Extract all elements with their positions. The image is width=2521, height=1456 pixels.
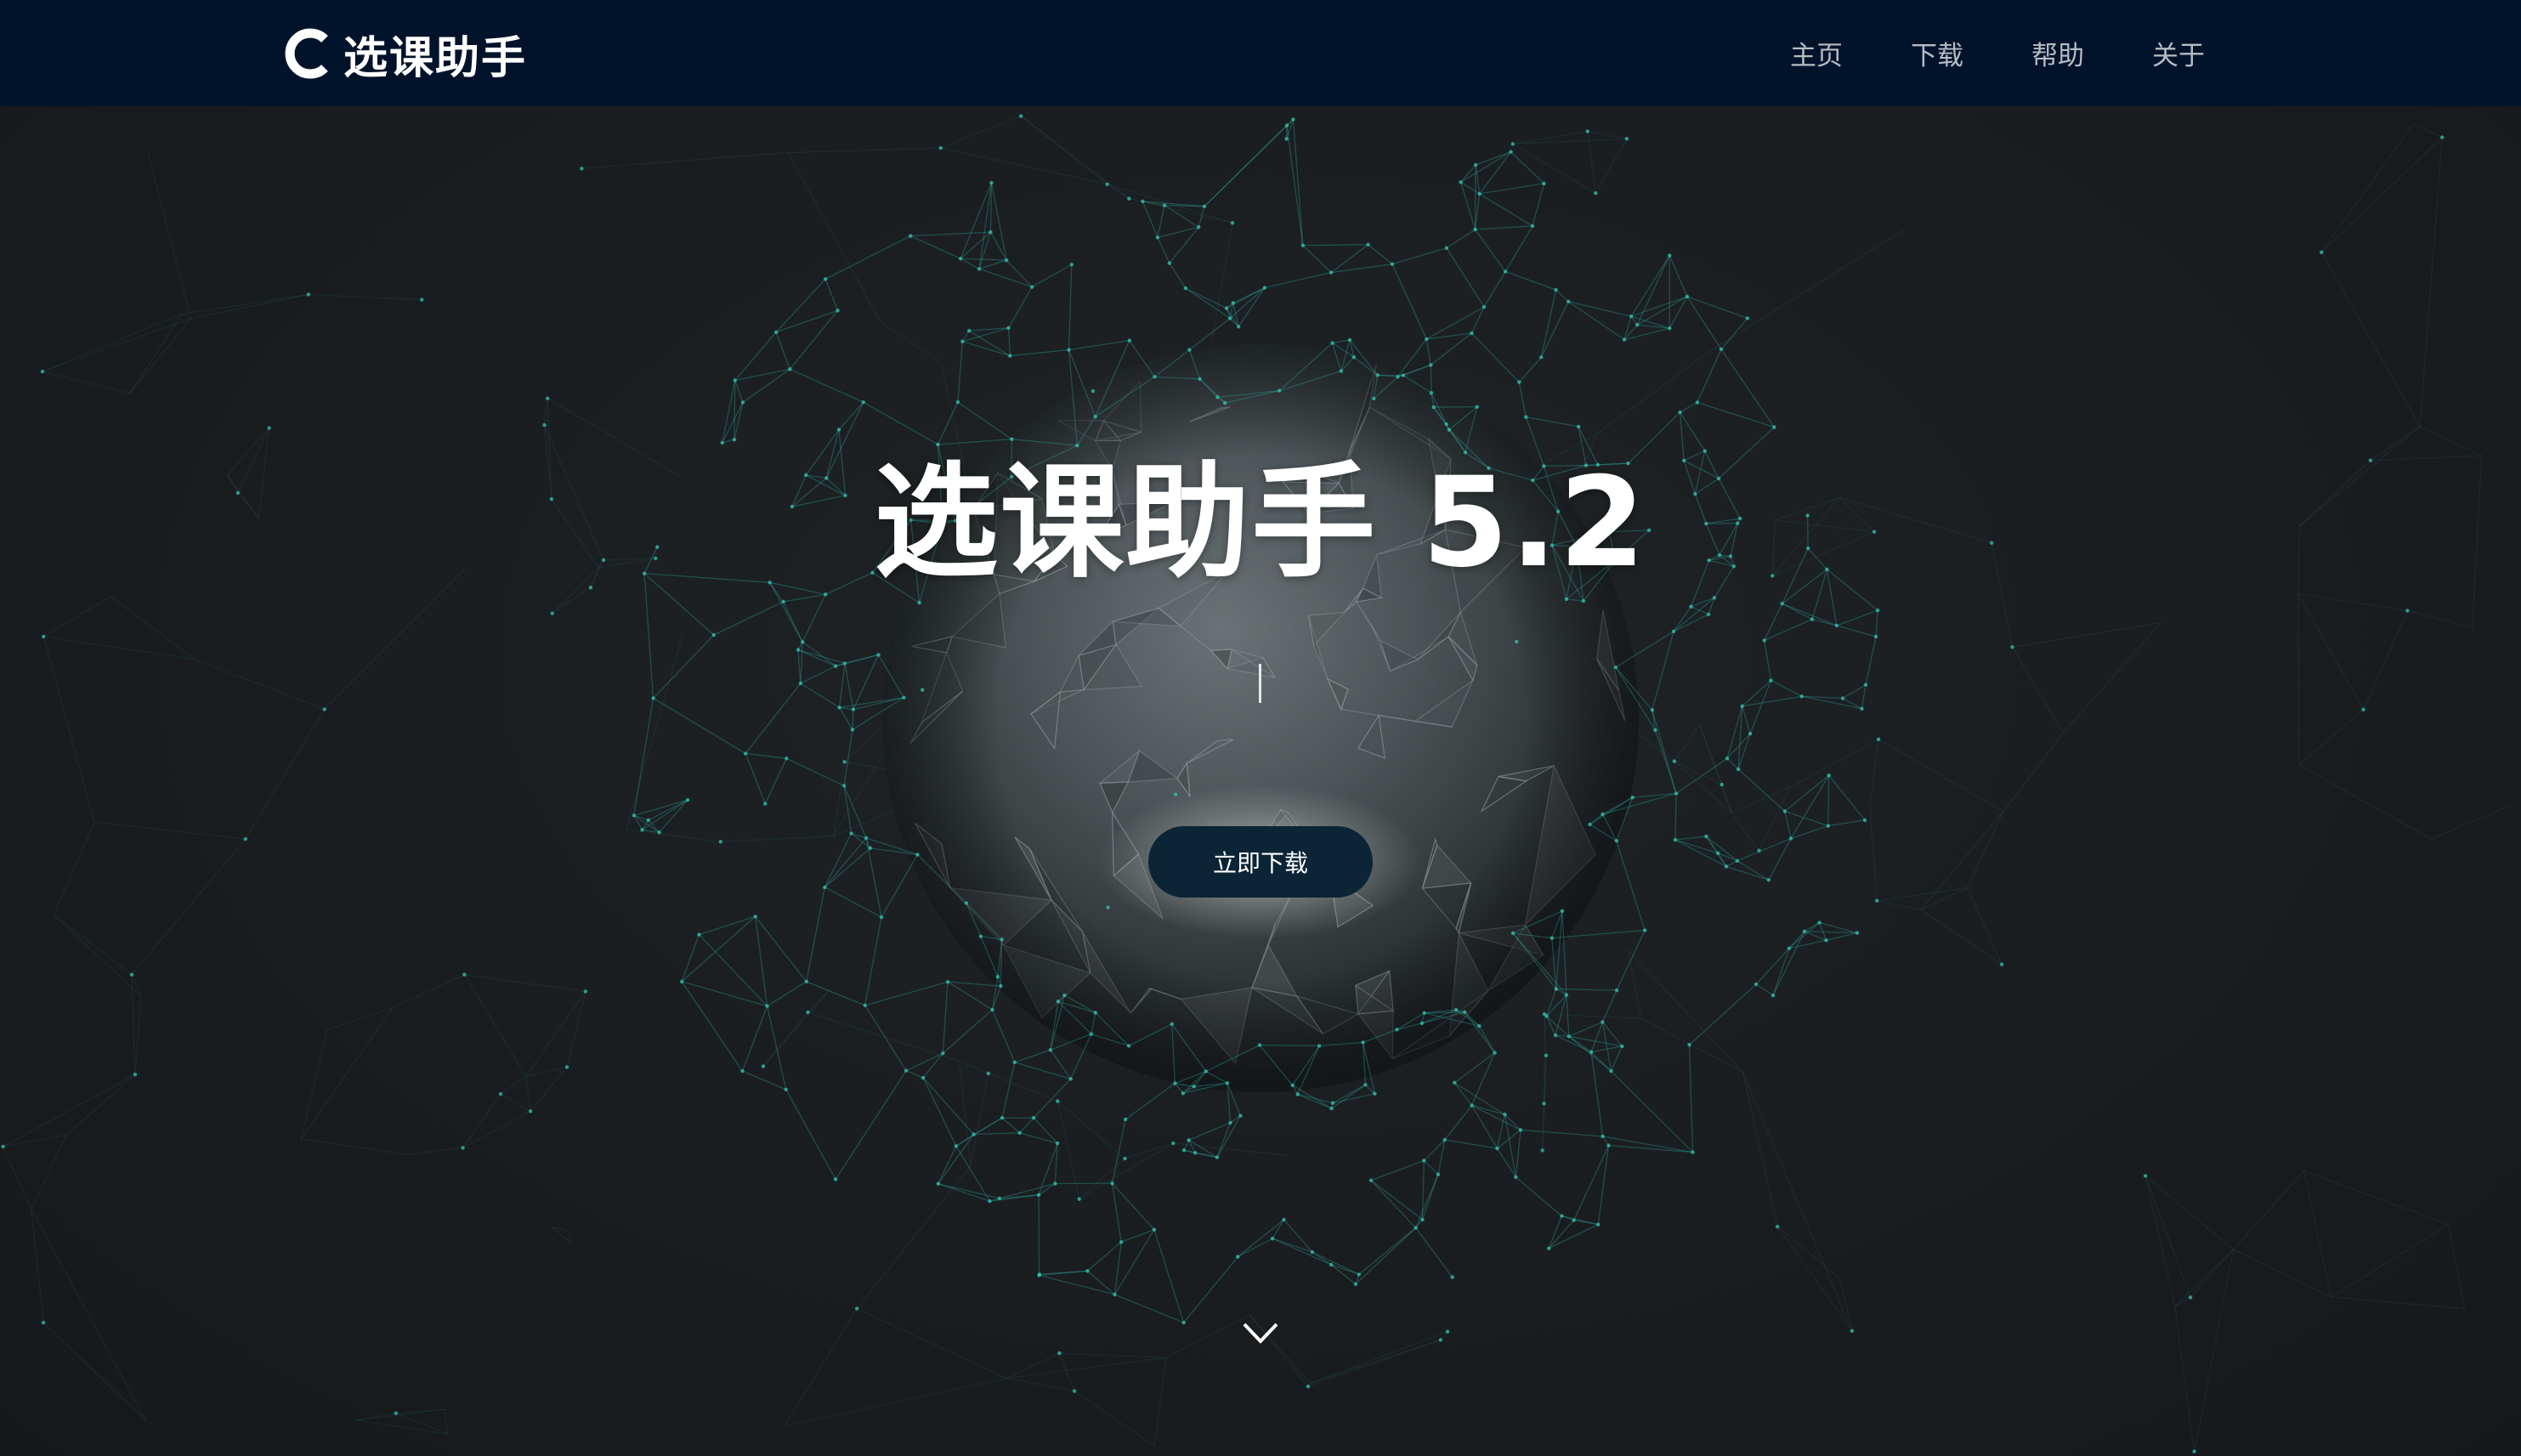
nav-item-download[interactable]: 下载	[1911, 34, 1963, 72]
download-now-button[interactable]: 立即下载	[1148, 826, 1373, 898]
typing-cursor	[1259, 664, 1261, 703]
brand-name: 选课助手	[343, 32, 528, 84]
page: 选课助手 主页 下载 帮助 关于 选课助手 5.2 立即下载	[0, 0, 2521, 1456]
c-logo-icon	[285, 28, 328, 79]
background-network-mesh	[1, 114, 2509, 1453]
chevron-down-icon[interactable]	[1241, 1319, 1280, 1346]
nav-menu: 主页 下载 帮助 关于	[1722, 0, 2205, 106]
brand-home-link[interactable]: 选课助手	[280, 24, 528, 84]
nav-item-home[interactable]: 主页	[1790, 34, 1843, 72]
nav-item-about[interactable]: 关于	[2152, 34, 2205, 72]
hero-title: 选课助手 5.2	[874, 450, 1647, 595]
nav-item-help[interactable]: 帮助	[2031, 34, 2084, 72]
top-navbar: 选课助手 主页 下载 帮助 关于	[0, 0, 2521, 106]
